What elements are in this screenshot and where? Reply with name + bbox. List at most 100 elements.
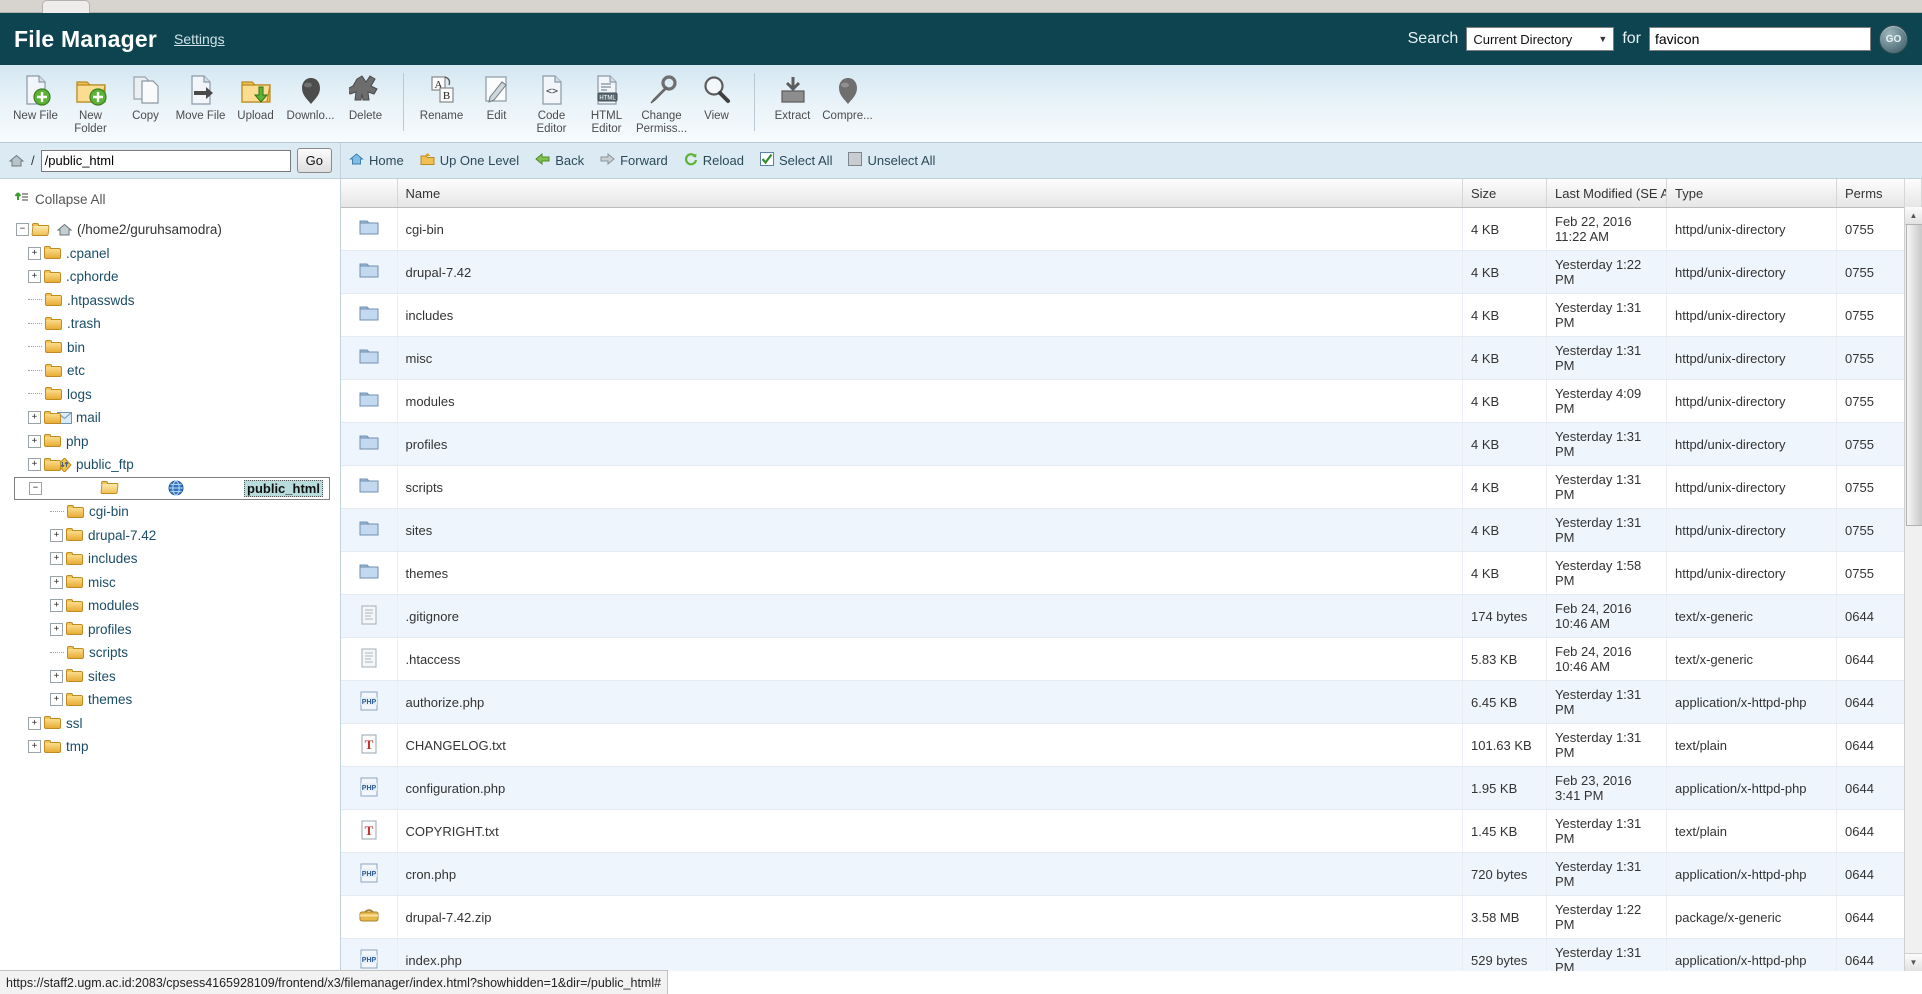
table-row[interactable]: includes 4 KB Yesterday 1:31 PM httpd/unix-…	[341, 293, 1922, 337]
expander-plus-icon[interactable]: +	[28, 434, 41, 448]
browser-tab-stub[interactable]	[42, 0, 90, 13]
table-row[interactable]: PHP cron.php 720 bytes Yesterday 1:31 PM app…	[341, 852, 1922, 896]
tree-node-scripts[interactable]: scripts	[14, 641, 330, 665]
expander-plus-icon[interactable]: +	[28, 246, 41, 260]
table-row[interactable]: modules 4 KB Yesterday 4:09 PM httpd/unix-d…	[341, 379, 1922, 423]
table-row[interactable]: sites 4 KB Yesterday 1:31 PM httpd/unix-dir…	[341, 508, 1922, 552]
file-list-scrollbar[interactable]: ▲ ▼	[1904, 207, 1922, 971]
expander-plus-icon[interactable]: +	[28, 458, 41, 472]
file-name-cell[interactable]: CHANGELOG.txt	[397, 723, 1463, 767]
expander-plus-icon[interactable]: +	[50, 693, 63, 707]
file-name-cell[interactable]: modules	[397, 379, 1463, 423]
file-name-cell[interactable]: drupal-7.42.zip	[397, 895, 1463, 939]
expander-plus-icon[interactable]: +	[50, 575, 63, 589]
tree-node-bin[interactable]: bin	[14, 336, 330, 360]
expander-plus-icon[interactable]: +	[28, 716, 41, 730]
file-name-cell[interactable]: .gitignore	[397, 594, 1463, 638]
path-go-button[interactable]: Go	[296, 148, 332, 173]
table-row[interactable]: .htaccess 5.83 KB Feb 24, 2016 10:46 AM tex…	[341, 637, 1922, 681]
file-name-cell[interactable]: cgi-bin	[397, 207, 1463, 251]
column-header-perms[interactable]: Perms	[1836, 179, 1905, 208]
tree-node-root[interactable]: − (/home2/guruhsamodra)	[14, 218, 330, 242]
toolbar-button-change-permiss[interactable]: Change Permiss...	[634, 71, 689, 135]
expander-minus-icon[interactable]: −	[29, 481, 42, 495]
search-input[interactable]: favicon	[1649, 27, 1871, 51]
expander-plus-icon[interactable]: +	[50, 669, 63, 683]
expander-plus-icon[interactable]: +	[50, 599, 63, 613]
tree-node-.trash[interactable]: .trash	[14, 312, 330, 336]
file-name-cell[interactable]: includes	[397, 293, 1463, 337]
toolbar-button-compre[interactable]: Compre...	[820, 71, 875, 123]
table-row[interactable]: cgi-bin 4 KB Feb 22, 2016 11:22 AM httpd/un…	[341, 207, 1922, 251]
tree-node-mail[interactable]: + mail	[14, 406, 330, 430]
file-name-cell[interactable]: COPYRIGHT.txt	[397, 809, 1463, 853]
collapse-all-button[interactable]: Collapse All	[14, 191, 330, 208]
table-row[interactable]: drupal-7.42.zip 3.58 MB Yesterday 1:22 PM p…	[341, 895, 1922, 939]
nav-back[interactable]: Back	[535, 152, 584, 168]
tree-node-etc[interactable]: etc	[14, 359, 330, 383]
toolbar-button-move-file[interactable]: Move File	[173, 71, 228, 123]
tree-node-drupal-7.42[interactable]: + drupal-7.42	[14, 524, 330, 548]
tree-node-tmp[interactable]: + tmp	[14, 735, 330, 759]
tree-node-public_ftp[interactable]: + public_ftp	[14, 453, 330, 477]
toolbar-button-code-editor[interactable]: <> Code Editor	[524, 71, 579, 135]
nav-forward[interactable]: Forward	[600, 152, 668, 168]
table-row[interactable]: PHP index.php 529 bytes Yesterday 1:31 PM ap…	[341, 938, 1922, 971]
table-row[interactable]: PHP configuration.php 1.95 KB Feb 23, 2016 …	[341, 766, 1922, 810]
settings-link[interactable]: Settings	[174, 31, 225, 47]
search-scope-select[interactable]: Current Directory ▼	[1466, 27, 1615, 51]
tree-node-misc[interactable]: + misc	[14, 571, 330, 595]
tree-node-profiles[interactable]: + profiles	[14, 618, 330, 642]
nav-up-one-level[interactable]: Up One Level	[420, 152, 519, 169]
nav-reload[interactable]: Reload	[684, 152, 744, 169]
expander-plus-icon[interactable]: +	[50, 528, 63, 542]
expander-minus-icon[interactable]: −	[16, 223, 29, 237]
table-row[interactable]: T COPYRIGHT.txt 1.45 KB Yesterday 1:31 PM te…	[341, 809, 1922, 853]
file-name-cell[interactable]: index.php	[397, 938, 1463, 971]
expander-plus-icon[interactable]: +	[28, 270, 41, 284]
tree-node-ssl[interactable]: + ssl	[14, 712, 330, 736]
file-name-cell[interactable]: authorize.php	[397, 680, 1463, 724]
tree-node-themes[interactable]: + themes	[14, 688, 330, 712]
expander-plus-icon[interactable]: +	[28, 411, 41, 425]
toolbar-button-downlo[interactable]: Downlo...	[283, 71, 338, 123]
file-name-cell[interactable]: themes	[397, 551, 1463, 595]
column-header-icon[interactable]	[341, 179, 398, 208]
expander-plus-icon[interactable]: +	[50, 552, 63, 566]
toolbar-button-new-file[interactable]: New File	[8, 71, 63, 123]
table-row[interactable]: .gitignore 174 bytes Feb 24, 2016 10:46 AM…	[341, 594, 1922, 638]
path-input[interactable]: /public_html	[40, 149, 291, 172]
toolbar-button-upload[interactable]: Upload	[228, 71, 283, 123]
file-name-cell[interactable]: misc	[397, 336, 1463, 380]
tree-node-logs[interactable]: logs	[14, 383, 330, 407]
toolbar-button-delete[interactable]: Delete	[338, 71, 393, 123]
tree-node-cgi-bin[interactable]: cgi-bin	[14, 500, 330, 524]
column-header-name[interactable]: Name	[397, 179, 1463, 208]
file-name-cell[interactable]: sites	[397, 508, 1463, 552]
toolbar-button-edit[interactable]: Edit	[469, 71, 524, 123]
toolbar-button-view[interactable]: View	[689, 71, 744, 123]
tree-node-.cphorde[interactable]: + .cphorde	[14, 265, 330, 289]
scroll-down-arrow-icon[interactable]: ▼	[1905, 953, 1922, 971]
toolbar-button-copy[interactable]: Copy	[118, 71, 173, 123]
tree-node-modules[interactable]: + modules	[14, 594, 330, 618]
file-name-cell[interactable]: .htaccess	[397, 637, 1463, 681]
file-name-cell[interactable]: profiles	[397, 422, 1463, 466]
tree-node-sites[interactable]: + sites	[14, 665, 330, 689]
toolbar-button-new-folder[interactable]: New Folder	[63, 71, 118, 135]
table-row[interactable]: misc 4 KB Yesterday 1:31 PM httpd/unix-dire…	[341, 336, 1922, 380]
toolbar-button-html-editor[interactable]: HTML HTML Editor	[579, 71, 634, 135]
scroll-up-arrow-icon[interactable]: ▲	[1905, 207, 1922, 225]
nav-select-all[interactable]: Select All	[759, 152, 832, 169]
tree-node-php[interactable]: + php	[14, 430, 330, 454]
table-row[interactable]: themes 4 KB Yesterday 1:58 PM httpd/unix-di…	[341, 551, 1922, 595]
nav-home[interactable]: Home	[349, 152, 404, 169]
expander-plus-icon[interactable]: +	[50, 622, 63, 636]
table-row[interactable]: PHP authorize.php 6.45 KB Yesterday 1:31 PM…	[341, 680, 1922, 724]
toolbar-button-extract[interactable]: Extract	[765, 71, 820, 123]
toolbar-button-rename[interactable]: A B Rename	[414, 71, 469, 123]
table-row[interactable]: T CHANGELOG.txt 101.63 KB Yesterday 1:31 PM…	[341, 723, 1922, 767]
tree-node-includes[interactable]: + includes	[14, 547, 330, 571]
scroll-thumb[interactable]	[1906, 224, 1922, 526]
table-row[interactable]: drupal-7.42 4 KB Yesterday 1:22 PM httpd/un…	[341, 250, 1922, 294]
